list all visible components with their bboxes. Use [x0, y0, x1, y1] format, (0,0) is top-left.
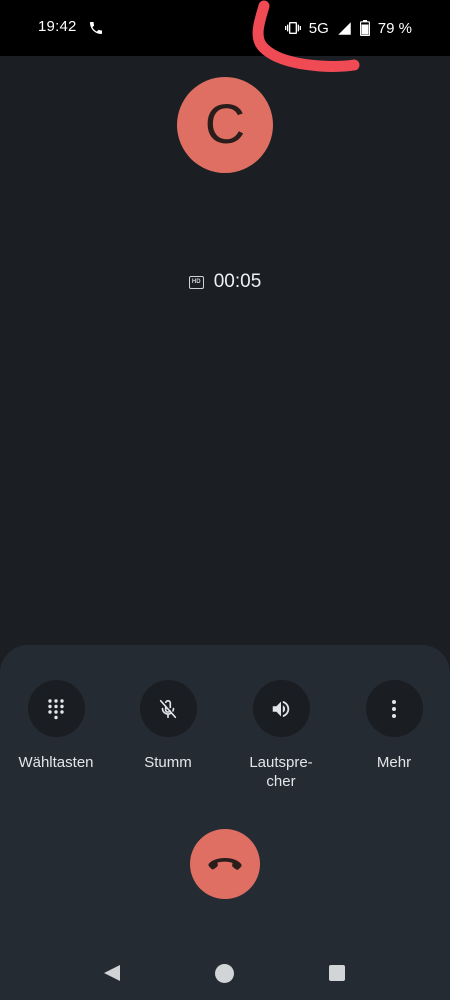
mute-control[interactable]: Stumm — [113, 680, 223, 772]
more-vert-icon — [392, 699, 396, 718]
speaker-label: Lautspre- cher — [249, 754, 313, 790]
end-call-button[interactable] — [190, 829, 260, 899]
speaker-icon — [272, 700, 290, 717]
dialpad-button[interactable] — [27, 680, 85, 737]
mute-button[interactable] — [139, 680, 197, 737]
speaker-button[interactable] — [252, 680, 310, 737]
call-controls: Wähltasten Stumm Lautspre- cher Mehr — [0, 680, 450, 800]
recents-button[interactable] — [329, 965, 345, 981]
call-info: HD 00:05 — [0, 268, 450, 296]
status-bar: 19:42 5G 79 % — [0, 0, 450, 56]
battery-level: 79 % — [377, 19, 412, 37]
home-button[interactable] — [215, 964, 234, 983]
avatar-letter: C — [204, 92, 246, 155]
dialpad-control[interactable]: Wähltasten — [1, 680, 111, 772]
mute-label: Stumm — [144, 754, 192, 771]
more-button[interactable] — [365, 680, 423, 737]
more-label: Mehr — [376, 754, 412, 771]
speaker-control[interactable]: Lautspre- cher — [226, 680, 336, 791]
dialpad-icon — [48, 698, 64, 719]
dialpad-label: Wähltasten — [18, 754, 94, 771]
more-control[interactable]: Mehr — [339, 680, 449, 772]
end-call-icon — [208, 858, 242, 870]
mic-off-icon — [159, 699, 177, 718]
hd-call-icon: HD — [188, 275, 204, 289]
call-duration: 00:05 — [213, 271, 262, 292]
status-time: 19:42 — [38, 18, 77, 35]
red-scribble-mark — [252, 0, 360, 72]
phone-call-icon — [90, 22, 102, 34]
caller-avatar: C — [177, 77, 273, 173]
back-icon[interactable] — [103, 964, 121, 982]
